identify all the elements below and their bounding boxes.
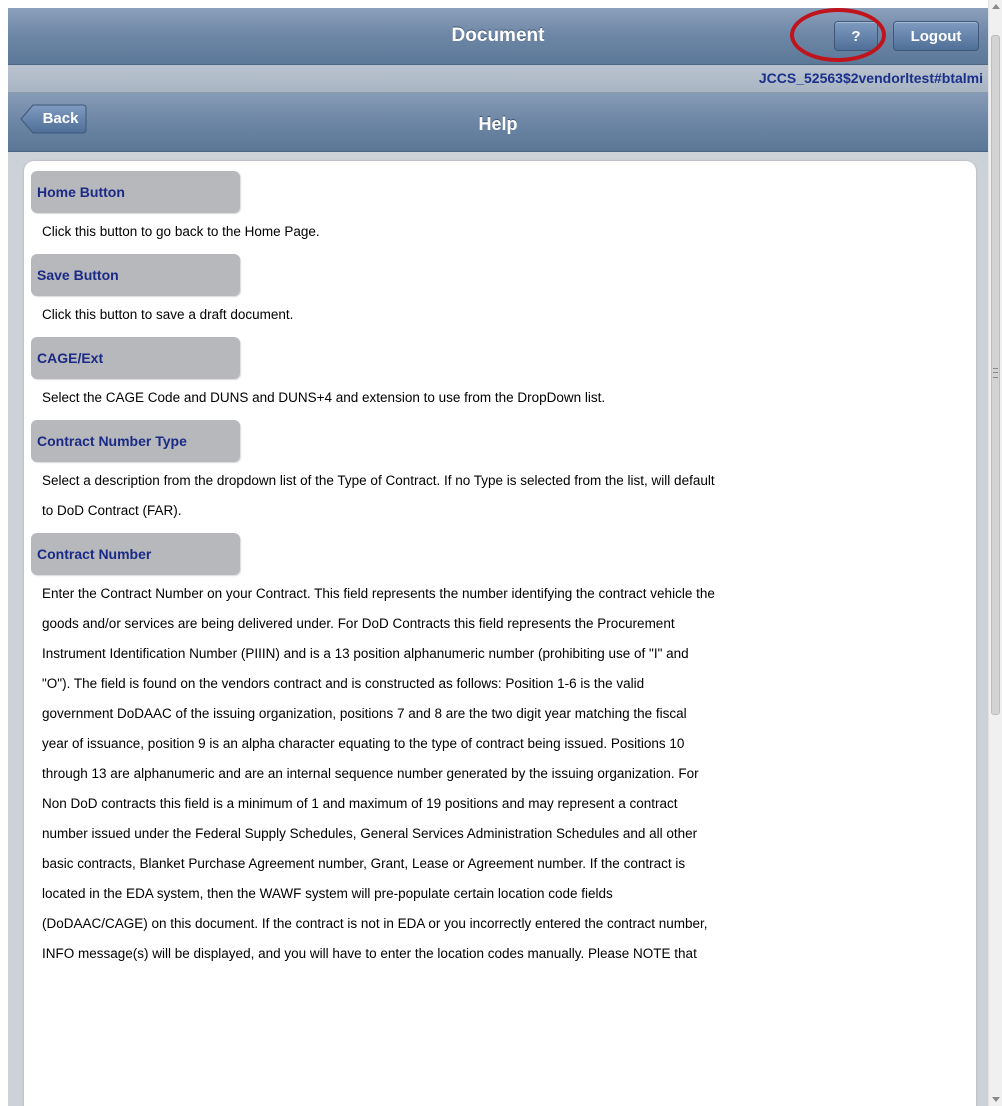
help-button[interactable]: ?: [834, 21, 878, 51]
section-body-line: Click this button to save a draft docume…: [42, 307, 294, 322]
help-section: Home Button Click this button to go back …: [24, 171, 976, 250]
scroll-down-arrow-icon[interactable]: [992, 1097, 1000, 1102]
section-body-line: goods and/or services are being delivere…: [42, 616, 675, 631]
scroll-grip-icon: [993, 368, 998, 378]
header-bar: Document ? Logout: [8, 8, 988, 65]
section-heading: Save Button: [31, 254, 240, 296]
scroll-up-arrow-icon[interactable]: [992, 4, 1000, 9]
page-scrollbar[interactable]: [988, 0, 1002, 1106]
app-window: Document ? Logout JCCS_52563$2vendorltes…: [8, 8, 988, 1106]
section-body-line: through 13 are alphanumeric and are an i…: [42, 766, 699, 781]
section-heading: Home Button: [31, 171, 240, 213]
help-section: Contract Number Enter the Contract Number…: [24, 533, 976, 972]
section-body-line: year of issuance, position 9 is an alpha…: [42, 736, 685, 751]
section-heading: Contract Number: [31, 533, 240, 575]
section-heading: CAGE/Ext: [31, 337, 240, 379]
section-body-line: (DoDAAC/CAGE) on this document. If the c…: [42, 916, 708, 931]
section-body-line: Select a description from the dropdown l…: [42, 473, 715, 488]
back-button[interactable]: Back: [20, 104, 87, 134]
section-body-line: Enter the Contract Number on your Contra…: [42, 586, 715, 601]
user-id-label: JCCS_52563$2vendorltest#btalmi: [758, 70, 983, 86]
section-body-line: INFO message(s) will be displayed, and y…: [42, 946, 697, 961]
section-body-line: to DoD Contract (FAR).: [42, 503, 182, 518]
section-body-line: government DoDAAC of the issuing organiz…: [42, 706, 687, 721]
help-section: CAGE/Ext Select the CAGE Code and DUNS an…: [24, 337, 976, 416]
nav-title: Help: [478, 114, 518, 134]
section-body-line: Instrument Identification Number (PIIIN)…: [42, 646, 689, 661]
logout-button[interactable]: Logout: [893, 21, 979, 51]
section-body-line: located in the EDA system, then the WAWF…: [42, 886, 613, 901]
section-body-line: basic contracts, Blanket Purchase Agreem…: [42, 856, 686, 871]
user-bar: JCCS_52563$2vendorltest#btalmi: [8, 65, 988, 93]
help-content-panel: Home Button Click this button to go back …: [24, 161, 976, 1106]
section-body-line: "O"). The field is found on the vendors …: [42, 676, 645, 691]
help-section: Contract Number Type Select a description…: [24, 420, 976, 529]
section-body-line: Select the CAGE Code and DUNS and DUNS+4…: [42, 390, 606, 405]
section-body-line: Non DoD contracts this field is a minimu…: [42, 796, 678, 811]
help-section: Save Button Click this button to save a d…: [24, 254, 976, 333]
nav-bar: Help Back: [8, 93, 988, 152]
scroll-thumb[interactable]: [991, 35, 1000, 715]
section-body-line: Click this button to go back to the Home…: [42, 224, 320, 239]
section-heading: Contract Number Type: [31, 420, 240, 462]
section-body-line: number issued under the Federal Supply S…: [42, 826, 698, 841]
back-button-label: Back: [42, 110, 79, 127]
